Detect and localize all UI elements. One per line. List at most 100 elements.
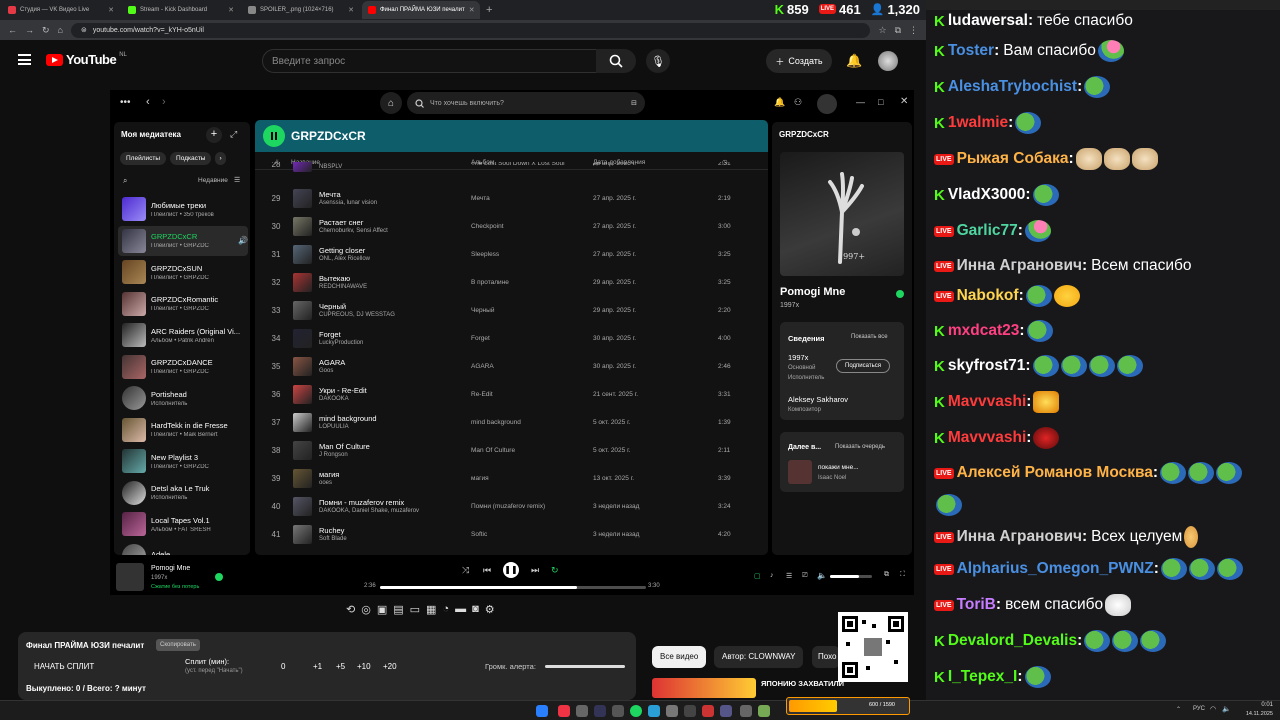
expand-icon[interactable]: ⤢ <box>230 129 237 140</box>
track-row[interactable]: 41 Ruchey Soft Blade Softic 3 недели назад 4:… <box>255 521 768 549</box>
tab-close-icon[interactable]: ✕ <box>228 6 234 14</box>
track-artist[interactable]: ONL, Alex Ricellow <box>319 256 370 262</box>
clock-time[interactable]: 0:01 <box>1243 702 1273 708</box>
track-album[interactable]: Checkpoint <box>471 223 504 230</box>
next-icon[interactable]: ⏭ <box>531 565 539 576</box>
track-row[interactable]: 34 Forget LuckyProduction Forget 30 апр. 202… <box>255 325 768 353</box>
track-row[interactable]: 36 Укри - Re-Edit DAKOOKA Re-Edit 21 сент. 2… <box>255 381 768 409</box>
app-taskbar-icon[interactable] <box>612 705 624 717</box>
track-title[interactable]: AGARA <box>319 358 345 367</box>
frame-icon[interactable]: ▦ <box>426 603 436 616</box>
chip-author[interactable]: Автор: CLOWNWAY <box>714 646 804 668</box>
chat-username[interactable]: Рыжая Собака <box>957 150 1069 168</box>
track-title[interactable]: Вытекаю <box>319 274 350 283</box>
library-item[interactable]: GRPZDCxCR Плейлист • GRPZDC 🔊 <box>118 225 248 256</box>
filter-playlists[interactable]: Плейлисты <box>120 152 167 165</box>
create-button[interactable]: ＋ Создать <box>766 49 832 73</box>
volume-icon[interactable]: 🔈 <box>817 571 827 580</box>
filter-more-icon[interactable]: › <box>215 152 226 165</box>
player-artist[interactable]: 1997x <box>151 575 167 581</box>
split-plus-1[interactable]: +1 <box>313 662 322 671</box>
library-item[interactable]: Portishead Исполнитель <box>118 383 248 413</box>
track-title[interactable]: Man Of Culture <box>319 442 370 451</box>
track-row[interactable]: 40 Помни - muzaferov remix DAKOOKA, Daniel… <box>255 493 768 521</box>
new-tab-icon[interactable]: + <box>486 4 492 16</box>
steam-taskbar-icon[interactable] <box>594 705 606 717</box>
track-row[interactable]: 39 магия ooes магия 13 окт. 2025 г. 3:39 <box>255 465 768 493</box>
user-avatar[interactable] <box>878 51 898 71</box>
sort-label[interactable]: Недавние <box>198 177 228 184</box>
youtube-logo[interactable]: YouTube NL <box>46 52 127 67</box>
reload-icon[interactable]: ↻ <box>42 25 50 36</box>
track-artist[interactable]: LOPUULIA <box>319 424 349 430</box>
nav-forward-icon[interactable]: › <box>162 96 166 108</box>
mini-player-icon[interactable]: ⧉ <box>884 571 889 579</box>
track-album[interactable]: The Lost Soul Down X Lost Soul <box>471 162 565 167</box>
chip-similar[interactable]: Похо <box>812 646 840 668</box>
clip-icon[interactable]: ▤ <box>393 603 403 616</box>
show-queue-link[interactable]: Показать очередь <box>835 444 885 450</box>
chat-username[interactable]: ToriB <box>957 596 996 614</box>
fullscreen-icon[interactable]: ⛶ <box>900 571 905 579</box>
track-artist[interactable]: Asenssia, lunar vision <box>319 200 377 206</box>
track-title[interactable]: Getting closer <box>319 246 365 255</box>
speaker-icon[interactable]: 🔈 <box>1222 705 1231 713</box>
split-plus-5[interactable]: +5 <box>336 662 345 671</box>
now-playing-title[interactable]: Pomogi Mne <box>780 286 845 298</box>
spotify-search-input[interactable]: Что хочешь включить? ⊟ <box>407 92 645 114</box>
list-view-icon[interactable]: ☰ <box>234 176 240 184</box>
track-title[interactable]: Помни - muzaferov remix <box>319 498 404 507</box>
whats-new-icon[interactable]: 🔔 <box>774 97 785 108</box>
alert-volume-slider[interactable] <box>545 665 625 668</box>
tab-close-icon[interactable]: ✕ <box>469 6 475 14</box>
chat-username[interactable]: AleshaTrybochist <box>948 78 1077 96</box>
next-song[interactable]: покажи мне... <box>818 464 859 471</box>
tab-close-icon[interactable]: ✕ <box>108 6 114 14</box>
credit-artist-name[interactable]: 1997x <box>788 353 808 362</box>
track-artist[interactable]: REDCHINAWAVE <box>319 284 367 290</box>
site-info-icon[interactable]: ⊜ <box>81 26 87 34</box>
lyrics-icon[interactable]: ♪ <box>770 572 774 579</box>
player-song[interactable]: Pomogi Mne <box>151 565 190 572</box>
track-artist[interactable]: CUPREOUS, DJ WESSTAG <box>319 312 395 318</box>
track-row[interactable]: 29 Мечта Asenssia, lunar vision Мечта 27 апр… <box>255 185 768 213</box>
track-title[interactable]: Черный <box>319 302 346 311</box>
library-item[interactable]: Adele <box>118 541 248 555</box>
forward-icon[interactable]: → <box>25 25 34 35</box>
telegram-taskbar-icon[interactable] <box>648 705 660 717</box>
now-playing-view-icon[interactable]: ▢ <box>754 572 761 580</box>
track-album[interactable]: Man Of Culture <box>471 447 515 454</box>
track-row[interactable]: 30 Растает снег Chernoburkv, Sensi Affect C… <box>255 213 768 241</box>
chat-username[interactable]: VladX3000 <box>948 186 1026 204</box>
track-artist[interactable]: Soft Blade <box>319 536 347 542</box>
volume-slider[interactable] <box>830 575 872 578</box>
chat-username[interactable]: Toster <box>948 42 994 60</box>
library-item[interactable]: Local Tapes Vol.1 Альбом • FAT SRESH <box>118 509 248 539</box>
youtube-search-input[interactable]: Введите запрос <box>262 49 632 73</box>
windows-start-icon[interactable] <box>536 705 548 717</box>
library-item[interactable]: HardTekk in die Fresse Плейлист • Maik Be… <box>118 415 248 445</box>
track-row[interactable]: 38 Man Of Culture J Rongson Man Of Culture 5… <box>255 437 768 465</box>
browser-tab[interactable]: Stream - Kick Dashboard ✕ <box>122 1 240 19</box>
track-title[interactable]: Растает снег <box>319 218 363 227</box>
library-item[interactable]: GRPZDCxRomantic Плейлист • GRPZDC <box>118 289 248 319</box>
library-item[interactable]: GRPZDCxSUN Плейлист • GRPZDC <box>118 257 248 287</box>
settings-gear-icon[interactable]: ⚙ <box>485 603 495 616</box>
spotify-avatar[interactable] <box>817 94 837 114</box>
library-item[interactable]: Detsl aka Le Truk Исполнитель <box>118 478 248 508</box>
chat-username[interactable]: Devalord_Devalis <box>948 632 1077 650</box>
track-artist[interactable]: DAKOOKA, Daniel Shake, muzaferov <box>319 508 419 514</box>
url-field[interactable]: ⊜ youtube.com/watch?v=_kYH-o5nUil <box>70 22 871 38</box>
pause-button[interactable]: ❚❚ <box>503 562 519 578</box>
nav-back-icon[interactable]: ‹ <box>146 96 150 108</box>
previous-icon[interactable]: ⏮ <box>483 565 491 576</box>
browser-tab[interactable]: SPOILER_.png (1024×716) ✕ <box>242 1 360 19</box>
related-video-title[interactable]: ЯПОНИЮ ЗАХВАТИЛИ <box>761 679 844 688</box>
browser-tab[interactable]: Финал ПРАЙМА ЮЗИ печалит ✕ <box>362 1 480 19</box>
chat-username[interactable]: mxdcat23 <box>948 322 1020 340</box>
app4-taskbar-icon[interactable] <box>720 705 732 717</box>
browser-taskbar-icon[interactable] <box>558 705 570 717</box>
connect-device-icon[interactable]: ⎚ <box>802 572 808 580</box>
chat-username[interactable]: Nabokof <box>957 287 1019 305</box>
track-album[interactable]: Re-Edit <box>471 391 493 398</box>
